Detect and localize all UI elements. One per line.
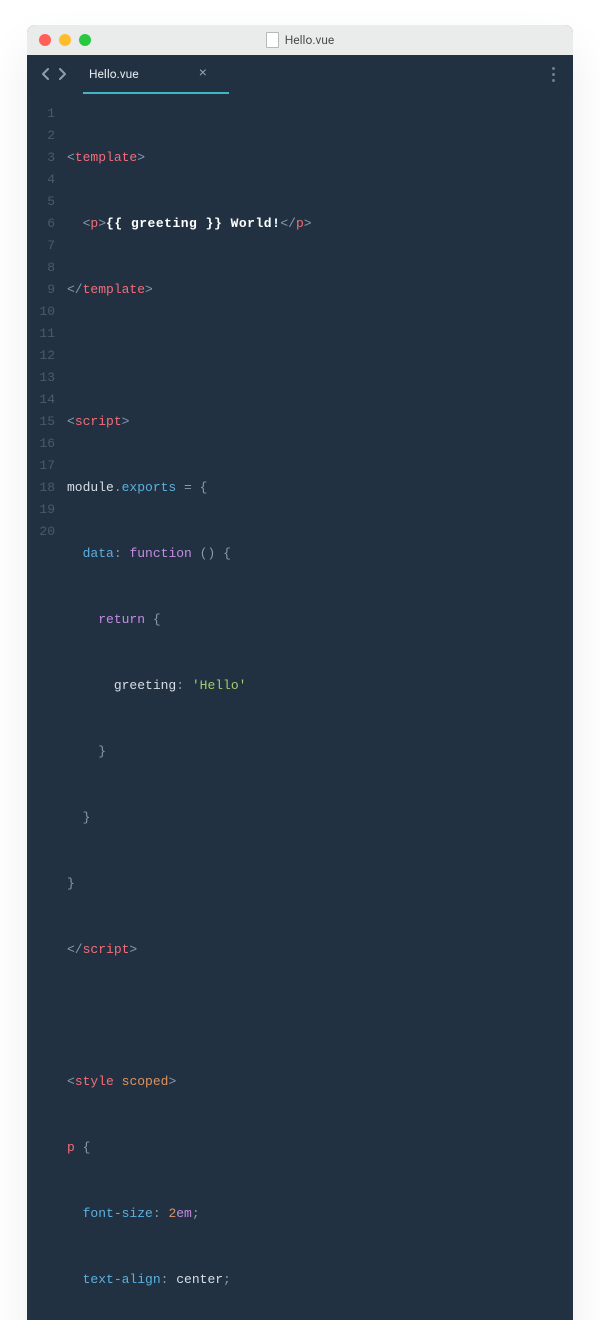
line-number: 5: [27, 191, 67, 213]
line-number: 12: [27, 345, 67, 367]
minimize-window-button[interactable]: [59, 34, 71, 46]
line-number: 14: [27, 389, 67, 411]
close-window-button[interactable]: [39, 34, 51, 46]
code-line: [67, 345, 561, 367]
line-number-gutter: 1 2 3 4 5 6 7 8 9 10 11 12 13 14 15 16 1…: [27, 103, 67, 1320]
tabstrip: Hello.vue ×: [27, 55, 573, 93]
line-number: 8: [27, 257, 67, 279]
nav-back-button[interactable]: [41, 68, 50, 80]
code-line: <template>: [67, 147, 561, 169]
line-number: 18: [27, 477, 67, 499]
code-line: <p>{{ greeting }} World!</p>: [67, 213, 561, 235]
editor-window: Hello.vue Hello.vue ×: [27, 25, 573, 1320]
line-number: 2: [27, 125, 67, 147]
code-line: module.exports = {: [67, 477, 561, 499]
line-number: 19: [27, 499, 67, 521]
nav-arrows: [41, 68, 67, 80]
more-icon[interactable]: [548, 63, 559, 86]
code-line: }: [67, 741, 561, 763]
line-number: 13: [27, 367, 67, 389]
code-line: font-size: 2em;: [67, 1203, 561, 1225]
line-number: 20: [27, 521, 67, 543]
code-line: <style scoped>: [67, 1071, 561, 1093]
code-line: </script>: [67, 939, 561, 961]
line-number: 17: [27, 455, 67, 477]
line-number: 7: [27, 235, 67, 257]
tab-active-underline: [83, 92, 229, 94]
line-number: 9: [27, 279, 67, 301]
code-line: p {: [67, 1137, 561, 1159]
window-title-text: Hello.vue: [285, 33, 335, 47]
line-number: 10: [27, 301, 67, 323]
code-area[interactable]: <template> <p>{{ greeting }} World!</p> …: [67, 103, 573, 1320]
titlebar: Hello.vue: [27, 25, 573, 55]
code-line: return {: [67, 609, 561, 631]
line-number: 6: [27, 213, 67, 235]
code-line: }: [67, 807, 561, 829]
code-line: </template>: [67, 279, 561, 301]
code-line: <script>: [67, 411, 561, 433]
code-line: text-align: center;: [67, 1269, 561, 1291]
tab-label: Hello.vue: [89, 67, 139, 81]
code-line: data: function () {: [67, 543, 561, 565]
line-number: 11: [27, 323, 67, 345]
line-number: 1: [27, 103, 67, 125]
file-icon: [266, 32, 279, 48]
line-number: 4: [27, 169, 67, 191]
code-line: }: [67, 873, 561, 895]
tab-close-button[interactable]: ×: [199, 67, 207, 81]
code-line: [67, 1005, 561, 1027]
tab-hello-vue[interactable]: Hello.vue ×: [85, 55, 215, 93]
nav-forward-button[interactable]: [58, 68, 67, 80]
window-title: Hello.vue: [27, 32, 573, 48]
line-number: 16: [27, 433, 67, 455]
editor[interactable]: 1 2 3 4 5 6 7 8 9 10 11 12 13 14 15 16 1…: [27, 93, 573, 1320]
traffic-lights: [39, 34, 91, 46]
zoom-window-button[interactable]: [79, 34, 91, 46]
line-number: 15: [27, 411, 67, 433]
line-number: 3: [27, 147, 67, 169]
code-line: greeting: 'Hello': [67, 675, 561, 697]
